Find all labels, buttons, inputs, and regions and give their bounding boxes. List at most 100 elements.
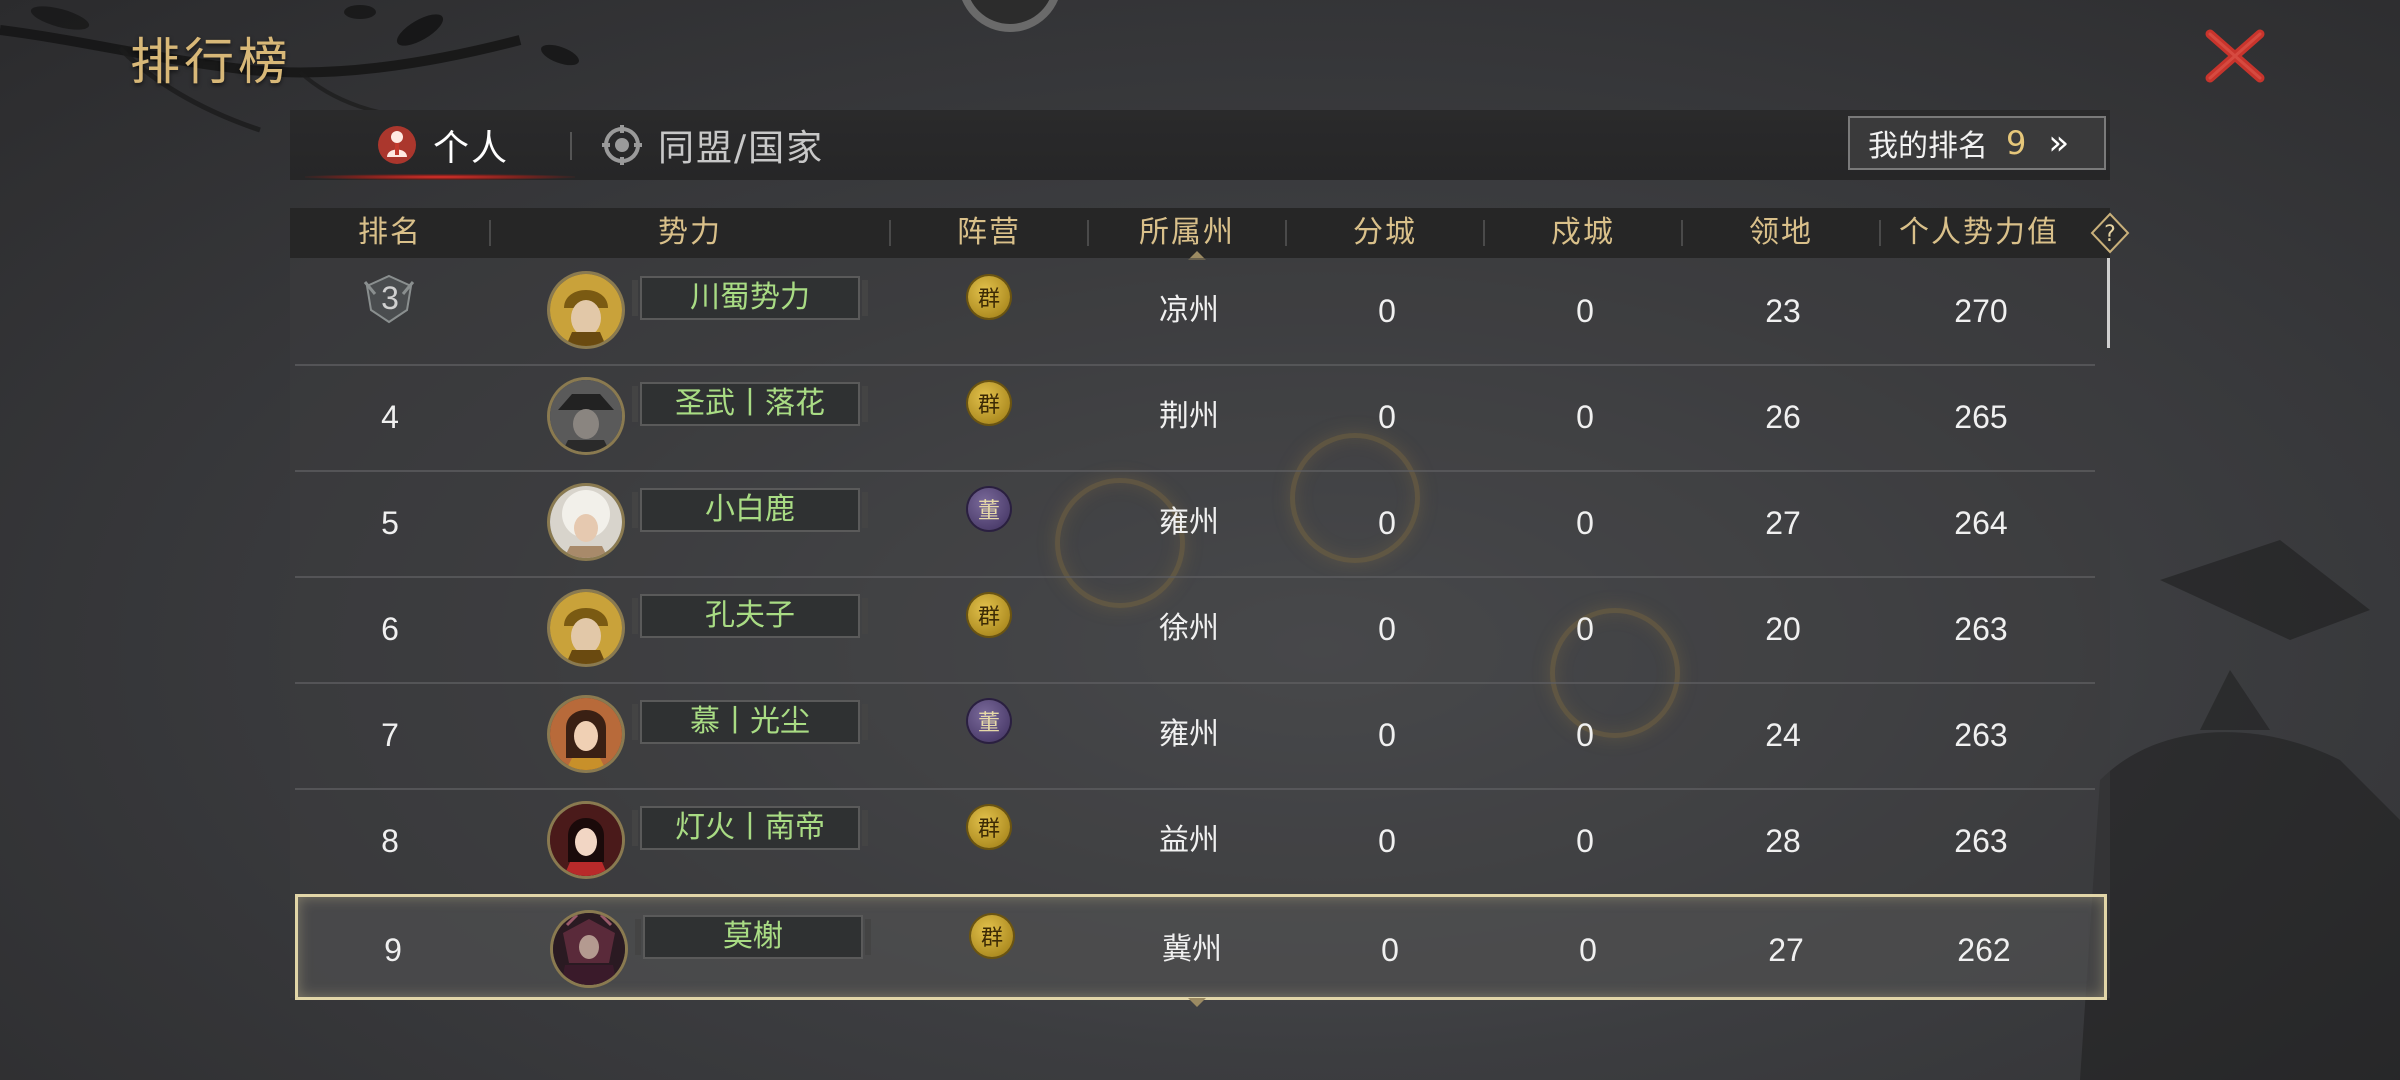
header-territory[interactable]: 领地 xyxy=(1682,208,1880,258)
avatar-red-lady-general xyxy=(550,804,622,876)
table-row[interactable]: 6 孔夫子 群 徐州 0 0 20 263 xyxy=(295,576,2095,684)
state-cell: 雍州 xyxy=(1159,505,1219,540)
header-branch-city[interactable]: 分城 xyxy=(1286,208,1484,258)
help-symbol: ? xyxy=(2104,222,2116,247)
person-icon xyxy=(378,126,416,164)
territory-cell: 20 xyxy=(1765,611,1801,647)
branch-city-cell: 0 xyxy=(1378,399,1396,435)
garrison-city-cell: 0 xyxy=(1576,611,1594,647)
player-name[interactable]: 慕丨光尘 xyxy=(632,700,868,744)
double-chevron-icon: » xyxy=(2048,123,2070,163)
power-cell: 263 xyxy=(1954,611,2008,647)
power-cell: 264 xyxy=(1954,505,2008,541)
state-cell: 益州 xyxy=(1159,823,1219,858)
avatar-gold-helmet-general xyxy=(550,592,622,664)
my-rank-value: 9 xyxy=(2006,124,2027,162)
faction-qun-icon: 群 xyxy=(968,594,1010,636)
header-personal-power[interactable]: 个人势力值 xyxy=(1880,208,2078,258)
rank-cell: 6 xyxy=(381,611,399,647)
branch-city-cell: 0 xyxy=(1378,823,1396,859)
power-cell: 263 xyxy=(1954,717,2008,753)
ranking-table: 排名 势力 阵营 所属州 分城 戍城 领地 个人势力值 ? 3 川蜀势力 群 凉… xyxy=(290,208,2130,1007)
table-row[interactable]: 8 灯火丨南帝 群 益州 0 0 28 263 xyxy=(295,788,2095,896)
branch-city-cell: 0 xyxy=(1378,717,1396,753)
table-row[interactable]: 5 小白鹿 董 雍州 0 0 27 264 xyxy=(295,470,2095,578)
tab-alliance-label: 同盟/国家 xyxy=(658,128,825,169)
player-name[interactable]: 莫榭 xyxy=(635,915,871,959)
scrollbar[interactable] xyxy=(2107,258,2110,348)
power-cell: 263 xyxy=(1954,823,2008,859)
avatar-white-hair-general xyxy=(550,486,622,558)
faction-qun-icon: 群 xyxy=(968,382,1010,424)
header-state[interactable]: 所属州 xyxy=(1088,208,1286,258)
faction-qun-icon: 群 xyxy=(971,915,1013,957)
table-row-my-rank[interactable]: 9 莫榭 群 冀州 0 0 27 262 xyxy=(295,894,2107,1000)
my-rank-button[interactable]: 我的排名 9 » xyxy=(1848,116,2106,170)
garrison-city-cell: 0 xyxy=(1579,932,1597,968)
active-tab-underline xyxy=(305,174,575,180)
power-cell: 265 xyxy=(1954,399,2008,435)
table-body: 3 川蜀势力 群 凉州 0 0 23 270 4 圣武丨落花 群 荆州 0 0 … xyxy=(290,258,2110,1000)
help-icon[interactable]: ? xyxy=(2090,212,2130,254)
power-cell: 270 xyxy=(1954,293,2008,329)
garrison-city-cell: 0 xyxy=(1576,399,1594,435)
tab-divider xyxy=(570,132,572,160)
page-title: 排行榜 xyxy=(130,33,292,91)
state-cell: 雍州 xyxy=(1159,717,1219,752)
territory-cell: 26 xyxy=(1765,399,1801,435)
garrison-city-cell: 0 xyxy=(1576,505,1594,541)
player-name[interactable]: 川蜀势力 xyxy=(632,276,868,320)
tab-personal-label: 个人 xyxy=(433,128,510,169)
my-rank-label: 我的排名 xyxy=(1868,129,1988,164)
avatar-lady-general xyxy=(550,698,622,770)
avatar-gold-helmet-general xyxy=(550,274,622,346)
rank-cell: 4 xyxy=(381,399,399,435)
garrison-city-cell: 0 xyxy=(1576,823,1594,859)
rank-cell: 7 xyxy=(381,717,399,753)
close-icon[interactable] xyxy=(2200,26,2270,86)
garrison-city-cell: 0 xyxy=(1576,293,1594,329)
table-row[interactable]: 4 圣武丨落花 群 荆州 0 0 26 265 xyxy=(295,364,2095,472)
branch-city-cell: 0 xyxy=(1381,932,1399,968)
state-cell: 冀州 xyxy=(1162,932,1222,967)
rank-cell: 5 xyxy=(381,505,399,541)
garrison-city-cell: 0 xyxy=(1576,717,1594,753)
branch-city-cell: 0 xyxy=(1378,505,1396,541)
scroll-more-indicator xyxy=(1188,998,1206,1007)
header-garrison-city[interactable]: 戍城 xyxy=(1484,208,1682,258)
header-force[interactable]: 势力 xyxy=(490,208,890,258)
tab-alliance-nation[interactable]: 同盟/国家 xyxy=(600,110,824,180)
tab-personal[interactable]: 个人 xyxy=(375,110,509,180)
avatar-armored-warrior xyxy=(553,913,625,985)
player-name[interactable]: 灯火丨南帝 xyxy=(632,806,868,850)
territory-cell: 23 xyxy=(1765,293,1801,329)
alliance-icon xyxy=(602,125,642,165)
state-cell: 徐州 xyxy=(1159,611,1219,646)
territory-cell: 28 xyxy=(1765,823,1801,859)
loading-indicator xyxy=(962,0,1058,32)
tab-bar: 个人 同盟/国家 我的排名 9 » xyxy=(290,110,2110,180)
header-faction[interactable]: 阵营 xyxy=(890,208,1088,258)
player-name[interactable]: 小白鹿 xyxy=(632,488,868,532)
territory-cell: 27 xyxy=(1768,932,1804,968)
branch-city-cell: 0 xyxy=(1378,293,1396,329)
faction-dong-icon: 董 xyxy=(968,488,1010,530)
state-cell: 凉州 xyxy=(1159,293,1219,328)
avatar-dark-hat-general xyxy=(550,380,622,452)
rank-cell: 8 xyxy=(381,823,399,859)
player-name[interactable]: 孔夫子 xyxy=(632,594,868,638)
territory-cell: 24 xyxy=(1765,717,1801,753)
rank-cell: 3 xyxy=(381,280,399,316)
power-cell: 262 xyxy=(1957,932,2011,968)
table-row[interactable]: 3 川蜀势力 群 凉州 0 0 23 270 xyxy=(295,258,2095,366)
faction-qun-icon: 群 xyxy=(968,276,1010,318)
territory-cell: 27 xyxy=(1765,505,1801,541)
header-rank[interactable]: 排名 xyxy=(290,208,490,258)
table-row[interactable]: 7 慕丨光尘 董 雍州 0 0 24 263 xyxy=(295,682,2095,790)
faction-dong-icon: 董 xyxy=(968,700,1010,742)
branch-city-cell: 0 xyxy=(1378,611,1396,647)
player-name[interactable]: 圣武丨落花 xyxy=(632,382,868,426)
faction-qun-icon: 群 xyxy=(968,806,1010,848)
state-cell: 荆州 xyxy=(1159,399,1219,434)
rank-cell: 9 xyxy=(384,932,402,968)
